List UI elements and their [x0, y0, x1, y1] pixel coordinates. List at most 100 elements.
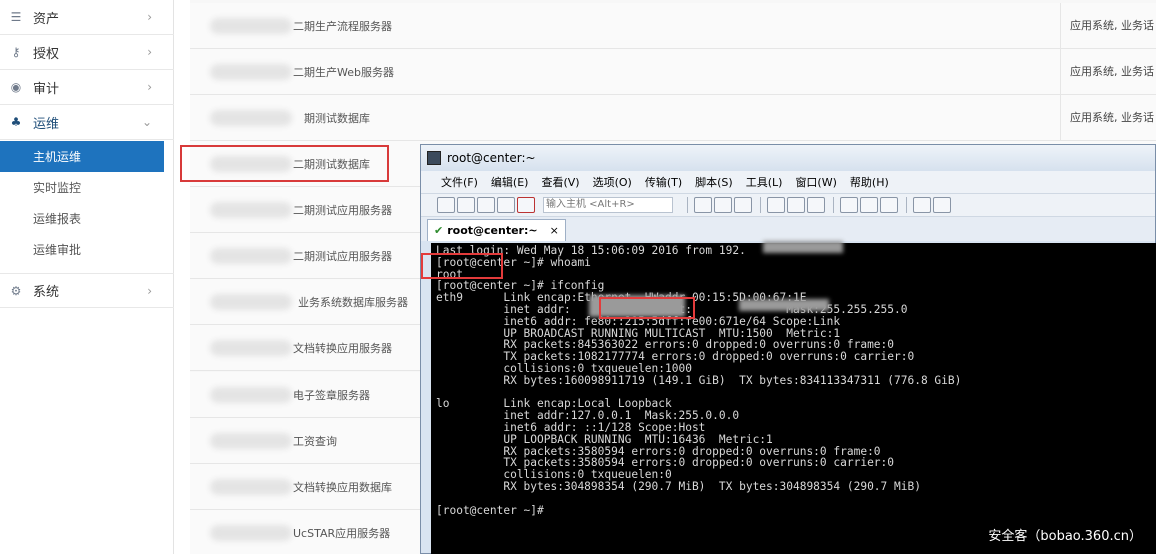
host-name: 二期生产Web服务器 [293, 66, 394, 79]
redacted-ip [210, 433, 292, 449]
tab-session[interactable]: ✔ root@center:~ × [427, 219, 566, 241]
host-category: 应用系统, 业务话 [1060, 95, 1154, 141]
host-name: 电子签章服务器 [293, 389, 370, 402]
redacted-ip [210, 110, 292, 126]
host-name: 二期生产流程服务器 [293, 20, 392, 33]
highlight-box [180, 145, 389, 182]
sidebar-item-label: 授权 [33, 46, 60, 62]
print-setup-icon[interactable] [787, 197, 805, 213]
host-name: UcSTAR应用服务器 [293, 527, 391, 540]
printer-icon[interactable] [807, 197, 825, 213]
sidebar-subitem-host-ops[interactable]: 主机运维 [0, 141, 164, 172]
menu-tools[interactable]: 工具(L) [746, 174, 783, 190]
redacted-ip [210, 479, 292, 495]
table-row[interactable]: 二期生产流程服务器 应用系统, 业务话 [190, 3, 1156, 49]
sidebar-item-authorization[interactable]: ⚷ 授权 › [0, 35, 174, 70]
chevron-right-icon: › [147, 80, 152, 94]
tab-bar: ✔ root@center:~ × [421, 217, 1155, 241]
sidebar-subitem-approval[interactable]: 运维审批 [0, 234, 164, 265]
close-tab-icon[interactable]: × [550, 224, 559, 237]
redacted-ip [210, 18, 292, 34]
sidebar-item-label: 审计 [33, 81, 60, 97]
sidebar-item-label: 系统 [33, 285, 60, 300]
table-row[interactable]: 期测试数据库 应用系统, 业务话 [190, 95, 1156, 141]
highlight-box [421, 253, 503, 279]
sidebar-item-assets[interactable]: ☰ 资产 › [0, 0, 174, 35]
redacted-ip [763, 241, 843, 253]
highlight-box [599, 297, 695, 319]
menu-script[interactable]: 脚本(S) [695, 174, 733, 190]
redacted-ip [210, 525, 292, 541]
host-name: 文档转换应用服务器 [293, 342, 392, 355]
toolbar-separator [906, 197, 907, 213]
sitemap-icon: ♣ [10, 115, 22, 129]
key-agent-icon[interactable] [880, 197, 898, 213]
copy-icon[interactable] [694, 197, 712, 213]
terminal-text: Last login: Wed May 18 15:06:09 2016 fro… [436, 244, 962, 517]
toolbar: 输入主机 <Alt+R> [421, 193, 1155, 217]
session-icon[interactable] [477, 197, 495, 213]
redacted-ip [210, 387, 292, 403]
sftp-icon[interactable] [933, 197, 951, 213]
redacted-ip [210, 248, 292, 264]
menu-edit[interactable]: 编辑(E) [491, 174, 529, 190]
chevron-down-icon: ⌄ [141, 115, 152, 129]
redacted-ip [210, 64, 292, 80]
menu-help[interactable]: 帮助(H) [850, 174, 889, 190]
gear-icon: ⚙ [10, 283, 22, 298]
help-icon[interactable] [913, 197, 931, 213]
host-category: 应用系统, 业务话 [1060, 49, 1154, 95]
menu-bar: 文件(F) 编辑(E) 查看(V) 选项(O) 传输(T) 脚本(S) 工具(L… [421, 171, 1155, 193]
chevron-right-icon: › [147, 45, 152, 59]
connect-icon[interactable] [437, 197, 455, 213]
host-name: 二期测试应用服务器 [293, 204, 392, 217]
menu-options[interactable]: 选项(O) [593, 174, 632, 190]
print-icon[interactable] [767, 197, 785, 213]
host-name: 工资查询 [293, 435, 337, 448]
toolbar-separator [833, 197, 834, 213]
disconnect-icon[interactable] [517, 197, 535, 213]
chevron-right-icon: › [147, 10, 152, 24]
toolbar-separator [760, 197, 761, 213]
tab-label: root@center:~ [447, 224, 538, 237]
reconnect-icon[interactable] [497, 197, 515, 213]
settings-icon[interactable] [840, 197, 858, 213]
terminal-output[interactable]: Last login: Wed May 18 15:06:09 2016 fro… [431, 243, 1156, 554]
sidebar-item-label: 资产 [33, 11, 60, 27]
host-name: 业务系统数据库服务器 [298, 296, 408, 309]
quick-connect-icon[interactable] [457, 197, 475, 213]
find-icon[interactable] [734, 197, 752, 213]
toolbar-separator [687, 197, 688, 213]
sidebar-item-operations[interactable]: ♣ 运维 ⌄ [0, 105, 174, 140]
table-row[interactable]: 二期生产Web服务器 应用系统, 业务话 [190, 49, 1156, 95]
sidebar-item-system[interactable]: ⚙ 系统 › [0, 273, 174, 308]
redacted-ip [210, 202, 292, 218]
sidebar-item-audit[interactable]: ◉ 审计 › [0, 70, 174, 105]
host-category: 应用系统, 业务话 [1060, 3, 1154, 49]
paste-icon[interactable] [714, 197, 732, 213]
sidebar: ☰ 资产 › ⚷ 授权 › ◉ 审计 › ♣ 运维 ⌄ 主机运维 实时监控 运维… [0, 0, 174, 554]
menu-window[interactable]: 窗口(W) [795, 174, 836, 190]
window-titlebar[interactable]: root@center:~ [421, 145, 1155, 171]
menu-file[interactable]: 文件(F) [441, 174, 478, 190]
host-name: 期测试数据库 [304, 112, 370, 125]
eye-icon: ◉ [10, 80, 22, 94]
sidebar-subitem-reports[interactable]: 运维报表 [0, 203, 164, 234]
terminal-app-icon [427, 151, 441, 165]
host-input[interactable]: 输入主机 <Alt+R> [543, 197, 673, 213]
list-icon: ☰ [10, 10, 22, 24]
watermark: 安全客（bobao.360.cn） [988, 529, 1142, 544]
terminal-window: root@center:~ 文件(F) 编辑(E) 查看(V) 选项(O) 传输… [420, 144, 1156, 554]
sidebar-subitem-monitor[interactable]: 实时监控 [0, 172, 164, 203]
menu-view[interactable]: 查看(V) [541, 174, 579, 190]
chevron-right-icon: › [147, 283, 152, 298]
keymap-icon[interactable] [860, 197, 878, 213]
host-name: 文档转换应用数据库 [293, 481, 392, 494]
sidebar-item-label: 运维 [33, 116, 60, 132]
redacted-ip [210, 340, 292, 356]
key-icon: ⚷ [11, 45, 21, 59]
menu-transfer[interactable]: 传输(T) [645, 174, 682, 190]
redacted-ip [739, 299, 829, 311]
redacted-ip [210, 294, 292, 310]
window-title: root@center:~ [447, 151, 536, 165]
